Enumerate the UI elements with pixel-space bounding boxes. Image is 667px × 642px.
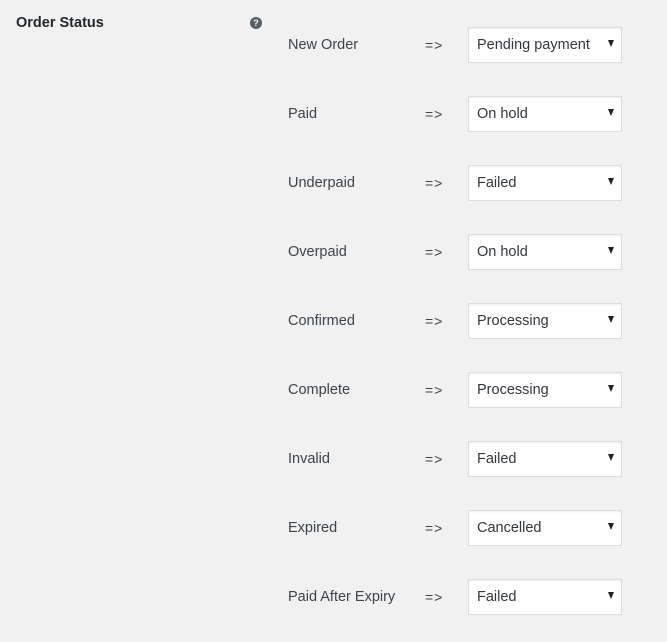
status-row-paid: Paid => On hold: [288, 96, 628, 132]
status-name: Invalid: [288, 451, 330, 467]
status-select-value: Failed: [477, 589, 517, 605]
chevron-down-icon: [608, 316, 614, 323]
help-tip-icon[interactable]: ?: [250, 17, 262, 29]
status-row-complete: Complete => Processing: [288, 372, 628, 408]
status-select[interactable]: On hold: [468, 234, 622, 270]
mapping-arrow: =>: [425, 382, 444, 398]
status-name: New Order: [288, 37, 359, 53]
order-status-settings: Order Status ? New Order => Pending paym…: [0, 0, 667, 642]
status-select-value: Pending payment: [477, 37, 590, 53]
status-name: Paid After Expiry: [288, 589, 396, 605]
status-select[interactable]: Pending payment: [468, 27, 622, 63]
status-select[interactable]: On hold: [468, 96, 622, 132]
status-select[interactable]: Processing: [468, 372, 622, 408]
status-select-value: Failed: [477, 451, 517, 467]
status-row-new-order: New Order => Pending payment: [288, 27, 628, 63]
mapping-arrow: =>: [425, 175, 444, 191]
status-select[interactable]: Failed: [468, 165, 622, 201]
status-row-invalid: Invalid => Failed: [288, 441, 628, 477]
status-row-underpaid: Underpaid => Failed: [288, 165, 628, 201]
chevron-down-icon: [608, 454, 614, 461]
status-name: Paid: [288, 106, 318, 122]
mapping-arrow: =>: [425, 451, 444, 467]
order-status-label: Order Status: [16, 15, 104, 31]
chevron-down-icon: [608, 523, 614, 530]
mapping-arrow: =>: [425, 244, 444, 260]
status-select-value: Failed: [477, 175, 517, 191]
mapping-arrow: =>: [425, 589, 444, 605]
chevron-down-icon: [608, 247, 614, 254]
status-row-expired: Expired => Cancelled: [288, 510, 628, 546]
chevron-down-icon: [608, 385, 614, 392]
status-select-value: Cancelled: [477, 520, 542, 536]
status-select[interactable]: Processing: [468, 303, 622, 339]
status-row-paid-after-expiry: Paid After Expiry => Failed: [288, 579, 628, 615]
status-row-overpaid: Overpaid => On hold: [288, 234, 628, 270]
status-select-value: Processing: [477, 313, 549, 329]
status-name: Confirmed: [288, 313, 355, 329]
status-select[interactable]: Failed: [468, 579, 622, 615]
status-name: Overpaid: [288, 244, 347, 260]
status-select-value: On hold: [477, 106, 528, 122]
mapping-arrow: =>: [425, 106, 444, 122]
mapping-arrow: =>: [425, 313, 444, 329]
status-name: Expired: [288, 520, 338, 536]
mapping-arrow: =>: [425, 37, 444, 53]
chevron-down-icon: [608, 40, 614, 47]
status-select[interactable]: Failed: [468, 441, 622, 477]
mapping-arrow: =>: [425, 520, 444, 536]
status-select[interactable]: Cancelled: [468, 510, 622, 546]
status-name: Complete: [288, 382, 351, 398]
status-select-value: On hold: [477, 244, 528, 260]
status-name: Underpaid: [288, 175, 355, 191]
chevron-down-icon: [608, 109, 614, 116]
chevron-down-icon: [608, 178, 614, 185]
status-select-value: Processing: [477, 382, 549, 398]
chevron-down-icon: [608, 592, 614, 599]
status-row-confirmed: Confirmed => Processing: [288, 303, 628, 339]
